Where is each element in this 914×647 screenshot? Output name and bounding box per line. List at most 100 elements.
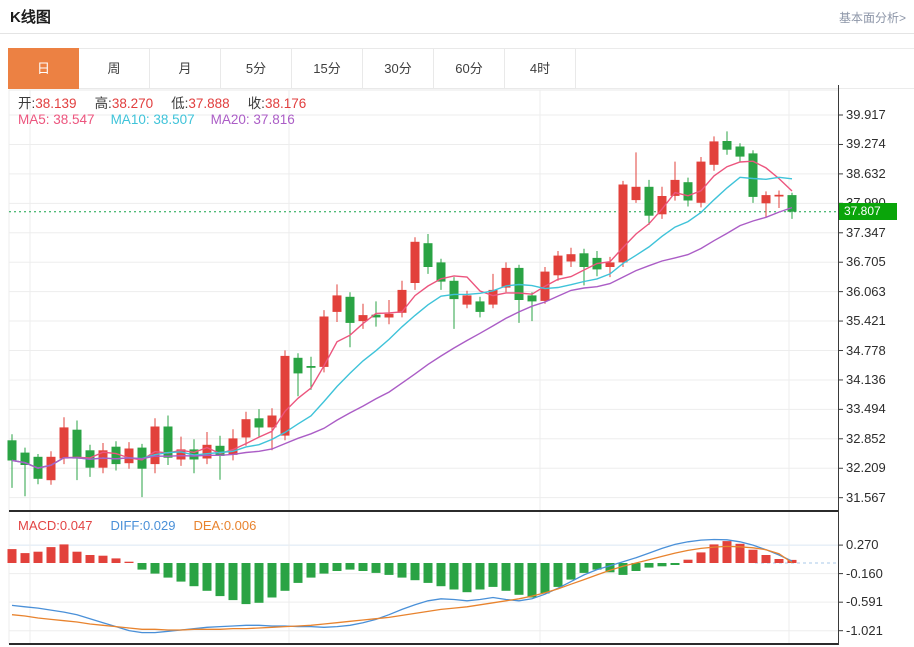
macd-bar [255,563,264,603]
candle-body [567,254,576,261]
macd-bar [463,563,472,592]
candle-body [242,419,251,437]
ohlc-readout: 开:38.139 高:38.270 低:37.888 收:38.176 [18,92,306,112]
candle-body [762,195,771,203]
tab-60min[interactable]: 60分 [434,48,505,89]
tab-weekly[interactable]: 周 [79,48,150,89]
macd-readout: MACD:0.047 DIFF:0.029 DEA:0.006 [18,518,256,533]
period-tabbar: 日 周 月 5分 15分 30分 60分 4时 [8,48,576,89]
candle-body [8,440,17,460]
candle-body [60,427,69,458]
candle-body [294,358,303,374]
diff-value: DIFF:0.029 [110,518,175,533]
tab-5min[interactable]: 5分 [221,48,292,89]
macd-bar [320,563,329,574]
kline-app: K线图 基本面分析> 日 周 月 5分 15分 30分 60分 4时 39.91… [0,0,914,647]
macd-bar [242,563,251,604]
candle-body [398,290,407,313]
macd-bar [502,563,511,591]
tab-daily[interactable]: 日 [8,48,79,89]
candle-body [723,141,732,150]
macd-bar [450,563,459,590]
candle-body [424,243,433,267]
macd-bar [203,563,212,591]
macd-bar [385,563,394,575]
macd-bar [645,563,654,568]
macd-bar [489,563,498,587]
macd-bar [112,558,121,563]
macd-bar [723,541,732,563]
macd-bar [34,552,43,563]
candle-body [385,314,394,318]
macd-bar [684,560,693,563]
macd-value: MACD:0.047 [18,518,92,533]
macd-bar [346,563,355,570]
tab-30min[interactable]: 30分 [363,48,434,89]
tab-4hour[interactable]: 4时 [505,48,576,89]
macd-bar [424,563,433,583]
ma10-line [12,177,792,468]
candle-body [710,141,719,164]
candle-body [112,447,121,464]
candle-body [580,253,589,267]
candle-body [749,153,758,197]
macd-bar [528,563,537,598]
macd-bar [658,563,667,566]
macd-bar [138,563,147,570]
macd-bar [619,563,628,575]
macd-bar [47,547,56,563]
current-price-badge: 37.807 [839,203,897,220]
macd-bar [697,552,706,563]
candle-body [151,427,160,465]
candle-body [333,295,342,312]
tab-monthly[interactable]: 月 [150,48,221,89]
macd-bar [73,552,82,563]
macd-bar [281,563,290,591]
macd-bar [554,563,563,587]
macd-bar [86,555,95,563]
macd-bar [216,563,225,596]
macd-bar [268,563,277,598]
candle-body [476,301,485,312]
macd-bar [190,563,199,586]
ma20-value: MA20: 37.816 [211,112,295,127]
ma-readout: MA5: 38.547 MA10: 38.507 MA20: 37.816 [18,112,295,127]
macd-bar [229,563,238,600]
candle-body [554,256,563,276]
macd-bar [125,562,134,563]
candle-body [736,147,745,157]
candle-body [606,262,615,267]
dea-value: DEA:0.006 [193,518,256,533]
macd-bar [307,563,316,578]
macd-bar [437,563,446,586]
candle-body [502,268,511,288]
candle-body [450,281,459,299]
macd-bar [398,563,407,578]
macd-bar [580,563,589,573]
candle-body [125,449,134,464]
macd-bar [359,563,368,571]
candle-body [281,356,290,436]
tab-15min[interactable]: 15分 [292,48,363,89]
candle-body [632,187,641,200]
candle-body [359,315,368,321]
ma20-line [12,208,792,469]
candle-body [255,418,264,427]
ohlc-open: 开:38.139 [18,92,77,112]
macd-bar [567,563,576,580]
ma10-value: MA10: 38.507 [111,112,195,127]
macd-bar [476,563,485,590]
macd-bar [515,563,524,595]
candle-body [684,182,693,200]
macd-bar [762,555,771,563]
macd-bar [775,559,784,563]
ohlc-close: 收:38.176 [248,92,307,112]
macd-bar [294,563,303,583]
candle-body [47,457,56,480]
candle-body [346,297,355,323]
macd-bar [333,563,342,571]
ma5-value: MA5: 38.547 [18,112,95,127]
candle-body [307,366,316,368]
candle-body [463,295,472,304]
macd-bar [372,563,381,573]
